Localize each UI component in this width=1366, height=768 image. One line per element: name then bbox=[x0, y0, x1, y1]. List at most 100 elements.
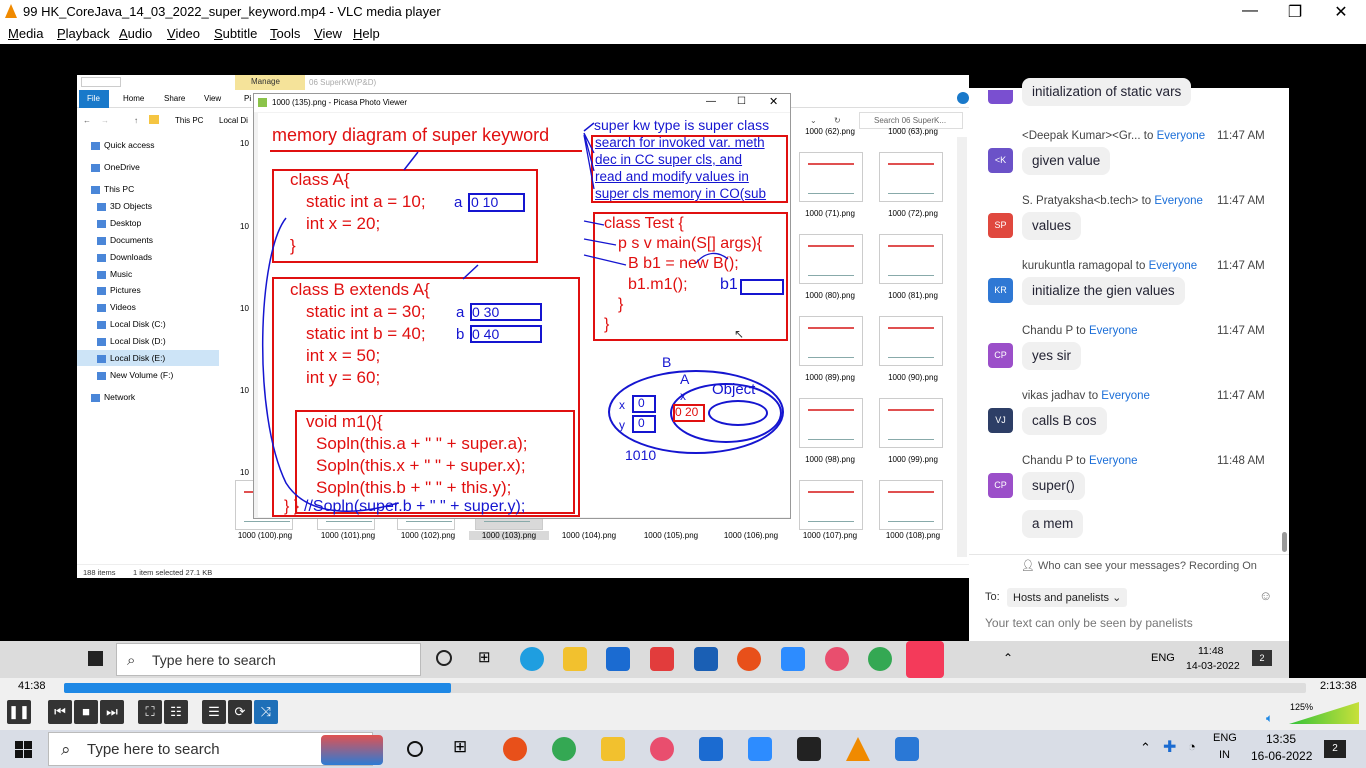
menu-media[interactable]: Media bbox=[8, 26, 43, 41]
cortana-icon[interactable] bbox=[436, 650, 452, 666]
nav-onedrive[interactable]: OneDrive bbox=[91, 159, 140, 175]
minimize-button[interactable]: — bbox=[1227, 2, 1273, 20]
elapsed-time[interactable]: 41:38 bbox=[18, 680, 46, 692]
privacy-notice[interactable]: 👤︎ Who can see your messages? Recording … bbox=[1021, 559, 1257, 572]
menu-playback[interactable]: Playback bbox=[57, 26, 110, 41]
nav-new-volume-f[interactable]: New Volume (F:) bbox=[97, 367, 173, 383]
store-icon[interactable] bbox=[699, 737, 723, 761]
vlc-icon[interactable] bbox=[846, 737, 870, 761]
loop-button[interactable]: ⟳ bbox=[228, 700, 252, 724]
thumbnail[interactable] bbox=[879, 152, 943, 202]
clock-time[interactable]: 13:35 bbox=[1266, 732, 1296, 746]
refresh-icon[interactable]: ↻ bbox=[834, 116, 841, 125]
stop-button[interactable]: ■ bbox=[74, 700, 98, 724]
ribbon-file[interactable]: File bbox=[79, 90, 109, 108]
thumbnail[interactable] bbox=[799, 316, 863, 366]
total-time[interactable]: 2:13:38 bbox=[1320, 680, 1357, 692]
address-this-pc[interactable]: This PC bbox=[175, 116, 203, 125]
edge-icon[interactable] bbox=[520, 647, 544, 671]
cortana-icon[interactable] bbox=[407, 741, 423, 757]
add-icon[interactable]: ✚ bbox=[1163, 737, 1176, 757]
chevron-up-icon[interactable]: ⌃ bbox=[1140, 740, 1151, 756]
photos-icon[interactable] bbox=[895, 737, 919, 761]
fullscreen-button[interactable]: ⛶ bbox=[138, 700, 162, 724]
thumbnail[interactable] bbox=[799, 480, 863, 530]
menu-help[interactable]: Help bbox=[353, 26, 380, 41]
nav-videos[interactable]: Videos bbox=[97, 299, 136, 315]
nav-quick-access[interactable]: Quick access bbox=[91, 137, 155, 153]
picasa-maximize-button[interactable]: ☐ bbox=[737, 96, 746, 107]
mail-icon[interactable] bbox=[694, 647, 718, 671]
nav-network[interactable]: Network bbox=[91, 389, 135, 405]
snipping-icon[interactable] bbox=[825, 647, 849, 671]
nav-local-disk-d[interactable]: Local Disk (D:) bbox=[97, 333, 166, 349]
thumbnail[interactable] bbox=[879, 480, 943, 530]
region-indicator[interactable]: IN bbox=[1219, 749, 1230, 761]
wifi-icon[interactable]: ◔ bbox=[1188, 739, 1196, 754]
chat-scrollbar-thumb[interactable] bbox=[1282, 532, 1287, 552]
nav-downloads[interactable]: Downloads bbox=[97, 249, 152, 265]
maximize-button[interactable]: ❐ bbox=[1272, 2, 1318, 22]
screen-recorder-icon[interactable] bbox=[906, 641, 944, 678]
address-local-disk[interactable]: Local Di bbox=[219, 116, 248, 125]
store-icon[interactable] bbox=[606, 647, 630, 671]
windows-start-icon[interactable] bbox=[15, 741, 32, 758]
taskbar-search-box[interactable]: ⌕ Type here to search bbox=[48, 732, 383, 766]
chat-bubble[interactable]: given value bbox=[1022, 147, 1111, 175]
gift-icon[interactable] bbox=[650, 647, 674, 671]
task-view-icon[interactable]: ⊞ bbox=[478, 648, 491, 666]
nav-documents[interactable]: Documents bbox=[97, 232, 153, 248]
picasa-minimize-button[interactable]: — bbox=[706, 96, 716, 107]
chevron-up-icon[interactable]: ⌃ bbox=[1003, 651, 1013, 665]
picasa-close-button[interactable]: ✕ bbox=[769, 95, 778, 108]
help-icon[interactable] bbox=[957, 92, 969, 104]
nav-3d-objects[interactable]: 3D Objects bbox=[97, 198, 152, 214]
chat-bubble[interactable]: values bbox=[1022, 212, 1082, 240]
ribbon-view[interactable]: View bbox=[204, 94, 221, 103]
shuffle-button[interactable]: ⤨ bbox=[254, 700, 278, 724]
nav-local-disk-c[interactable]: Local Disk (C:) bbox=[97, 316, 166, 332]
notification-icon[interactable]: 2 bbox=[1252, 650, 1272, 666]
nav-local-disk-e[interactable]: Local Disk (E:) bbox=[77, 350, 219, 366]
record-icon[interactable] bbox=[737, 647, 761, 671]
chat-bubble[interactable]: super() bbox=[1022, 472, 1085, 500]
language-indicator[interactable]: ENG bbox=[1213, 732, 1237, 744]
thumbnail[interactable] bbox=[799, 234, 863, 284]
explorer-scrollbar[interactable] bbox=[957, 137, 967, 557]
recipient-select[interactable]: Hosts and panelists ⌄ bbox=[1007, 588, 1128, 607]
thumbnail[interactable] bbox=[799, 152, 863, 202]
snipping-icon[interactable] bbox=[650, 737, 674, 761]
thumbnail[interactable] bbox=[879, 398, 943, 448]
file-explorer-icon[interactable] bbox=[563, 647, 587, 671]
ribbon-home[interactable]: Home bbox=[123, 94, 144, 103]
menu-view[interactable]: View bbox=[314, 26, 342, 41]
nav-music[interactable]: Music bbox=[97, 266, 132, 282]
up-arrow-icon[interactable]: ↑ bbox=[134, 116, 138, 125]
menu-subtitle[interactable]: Subtitle bbox=[214, 26, 257, 41]
menu-video[interactable]: Video bbox=[167, 26, 200, 41]
recorded-search-box[interactable]: ⌕ Type here to search bbox=[116, 643, 421, 676]
nav-this-pc[interactable]: This PC bbox=[91, 181, 134, 197]
menu-tools[interactable]: Tools bbox=[270, 26, 300, 41]
sticky-notes-icon[interactable] bbox=[797, 737, 821, 761]
zoom-icon[interactable] bbox=[781, 647, 805, 671]
menu-audio[interactable]: Audio bbox=[119, 26, 152, 41]
playlist-button[interactable]: ☰ bbox=[202, 700, 226, 724]
video-area[interactable]: Manage 06 SuperKW(P&D) File Home Share V… bbox=[0, 44, 1366, 678]
chat-bubble[interactable]: calls B cos bbox=[1022, 407, 1107, 435]
forward-arrow-icon[interactable]: → bbox=[101, 116, 109, 125]
chat-input[interactable]: Your text can only be seen by panelists bbox=[985, 616, 1193, 630]
thumbnail[interactable] bbox=[879, 316, 943, 366]
nav-desktop[interactable]: Desktop bbox=[97, 215, 141, 231]
nav-pictures[interactable]: Pictures bbox=[97, 282, 141, 298]
chrome-icon[interactable] bbox=[868, 647, 892, 671]
file-explorer-icon[interactable] bbox=[601, 737, 625, 761]
thumbnail[interactable] bbox=[879, 234, 943, 284]
pause-button[interactable]: ❚❚ bbox=[7, 700, 31, 724]
close-button[interactable]: ✕ bbox=[1318, 2, 1364, 22]
volume-icon[interactable]: 🔈︎ bbox=[1266, 711, 1273, 726]
notification-icon[interactable]: 2 bbox=[1324, 740, 1346, 758]
recorded-language[interactable]: ENG bbox=[1151, 652, 1175, 664]
previous-button[interactable]: ⏮ bbox=[48, 700, 72, 724]
dropdown-icon[interactable]: ⌄ bbox=[810, 116, 817, 125]
